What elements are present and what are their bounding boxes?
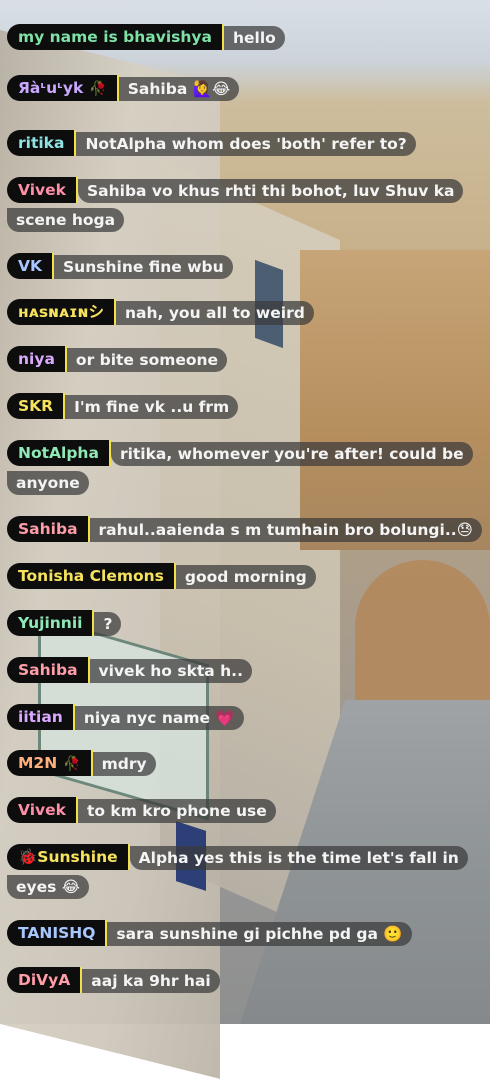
chat-username[interactable]: VK (7, 253, 55, 279)
chat-username-label: M2N (18, 754, 58, 772)
chat-message-text: sara sunshine gi pichhe pd ga 🙂 (107, 922, 412, 946)
chat-username[interactable]: Tonisha Clemons (7, 563, 176, 589)
chat-username[interactable]: Яàᶫuᶫуk 🥀 (7, 75, 119, 101)
chat-username-label: Яàᶫuᶫуk (18, 79, 84, 97)
chat-message-text: hello (223, 26, 285, 50)
chat-message: Vivek to km kro phone use (7, 797, 483, 826)
chat-username-label: Vivek (18, 181, 66, 199)
chat-username[interactable]: SKR (7, 393, 66, 419)
chat-username-label: ritika (18, 134, 65, 152)
chat-message-text: ? (94, 612, 122, 636)
chat-username[interactable]: ʜᴀsɴᴀɪɴシ (7, 299, 116, 325)
chat-message-text: Sunshine fine wbu (54, 255, 233, 279)
chat-username[interactable]: Vivek (7, 797, 78, 823)
chat-username[interactable]: TANISHQ (7, 920, 108, 946)
chat-message: TANISHQ sara sunshine gi pichhe pd ga 🙂 (7, 920, 483, 949)
user-badge-icon: 🥀 (63, 756, 81, 772)
chat-message: niya or bite someone (7, 346, 483, 375)
chat-username-label: TANISHQ (18, 924, 96, 942)
chat-username-label: 🐞Sunshine (18, 848, 118, 866)
user-badge-icon: 🥀 (89, 81, 107, 97)
chat-message: DiVyA aaj ka 9hr hai (7, 967, 483, 996)
chat-message: Tonisha Clemons good morning (7, 563, 483, 592)
chat-message-text: to km kro phone use (77, 799, 276, 823)
chat-username-label: Sahiba (18, 520, 78, 538)
chat-username-label: iitian (18, 708, 63, 726)
chat-message: ritika NotAlpha whom does 'both' refer to… (7, 130, 483, 159)
chat-username[interactable]: DiVyA (7, 967, 83, 993)
chat-message-text: nah, you all to weird (116, 301, 314, 325)
chat-message: iitian niya nyc name 💗 (7, 704, 483, 733)
chat-message-text: NotAlpha whom does 'both' refer to? (76, 132, 416, 156)
chat-message-text: or bite someone (66, 348, 228, 372)
chat-username[interactable]: iitian (7, 704, 75, 730)
chat-message: M2N 🥀 mdry (7, 750, 483, 779)
chat-username-label: VK (18, 257, 43, 275)
chat-message-text: I'm fine vk ..u frm (65, 395, 239, 419)
chat-message: Sahiba vivek ho skta h.. (7, 657, 483, 686)
chat-message-text: niya nyc name 💗 (74, 706, 244, 730)
chat-message: Sahiba rahul..aaienda s m tumhain bro bol… (7, 516, 483, 545)
chat-message-text: mdry (92, 752, 156, 776)
chat-username[interactable]: Sahiba (7, 516, 90, 542)
chat-message-text: aaj ka 9hr hai (82, 969, 220, 993)
chat-username[interactable]: ritika (7, 130, 77, 156)
chat-message-text: vivek ho skta h.. (89, 659, 252, 683)
chat-username[interactable]: Vivek (7, 177, 78, 203)
chat-message: SKR I'm fine vk ..u frm (7, 393, 483, 422)
chat-username-label: Vivek (18, 801, 66, 819)
chat-username-label: Sahiba (18, 661, 78, 679)
chat-message-text: rahul..aaienda s m tumhain bro bolungi..… (89, 518, 482, 542)
chat-username[interactable]: my name is bhavishya (7, 24, 224, 50)
chat-username-label: DiVyA (18, 971, 71, 989)
chat-username[interactable]: Sahiba (7, 657, 90, 683)
chat-username[interactable]: NotAlpha (7, 440, 111, 466)
chat-message: Yujinnii? (7, 610, 483, 639)
chat-username-label: Yujinnii (18, 614, 83, 632)
chat-username[interactable]: niya (7, 346, 67, 372)
chat-username-label: niya (18, 350, 55, 368)
chat-message: ʜᴀsɴᴀɪɴシ nah, you all to weird (7, 299, 483, 328)
chat-message: NotAlpha ritika, whomever you're after! c… (7, 440, 483, 498)
chat-message: 🐞Sunshine Alpha yes this is the time let'… (7, 844, 483, 902)
chat-username-label: NotAlpha (18, 444, 99, 462)
chat-username-label: my name is bhavishya (18, 28, 212, 46)
chat-username[interactable]: 🐞Sunshine (7, 844, 130, 870)
chat-message: Vivek Sahiba vo khus rhti thi bohot, luv … (7, 177, 483, 235)
chat-username-label: Tonisha Clemons (18, 567, 164, 585)
chat-message-text: good morning (175, 565, 316, 589)
chat-username[interactable]: M2N 🥀 (7, 750, 93, 776)
chat-message: VK Sunshine fine wbu (7, 253, 483, 282)
chat-overlay: my name is bhavishya hello Яàᶫuᶫуk 🥀 Sahiba … (0, 0, 490, 1024)
chat-message: my name is bhavishya hello (7, 24, 483, 53)
chat-message: Яàᶫuᶫуk 🥀 Sahiba 🙋‍♀️😂 (7, 75, 483, 104)
chat-username[interactable]: Yujinnii (7, 610, 95, 636)
chat-message-text: Sahiba 🙋‍♀️😂 (118, 77, 240, 101)
chat-username-label: ʜᴀsɴᴀɪɴシ (18, 303, 104, 321)
chat-username-label: SKR (18, 397, 54, 415)
